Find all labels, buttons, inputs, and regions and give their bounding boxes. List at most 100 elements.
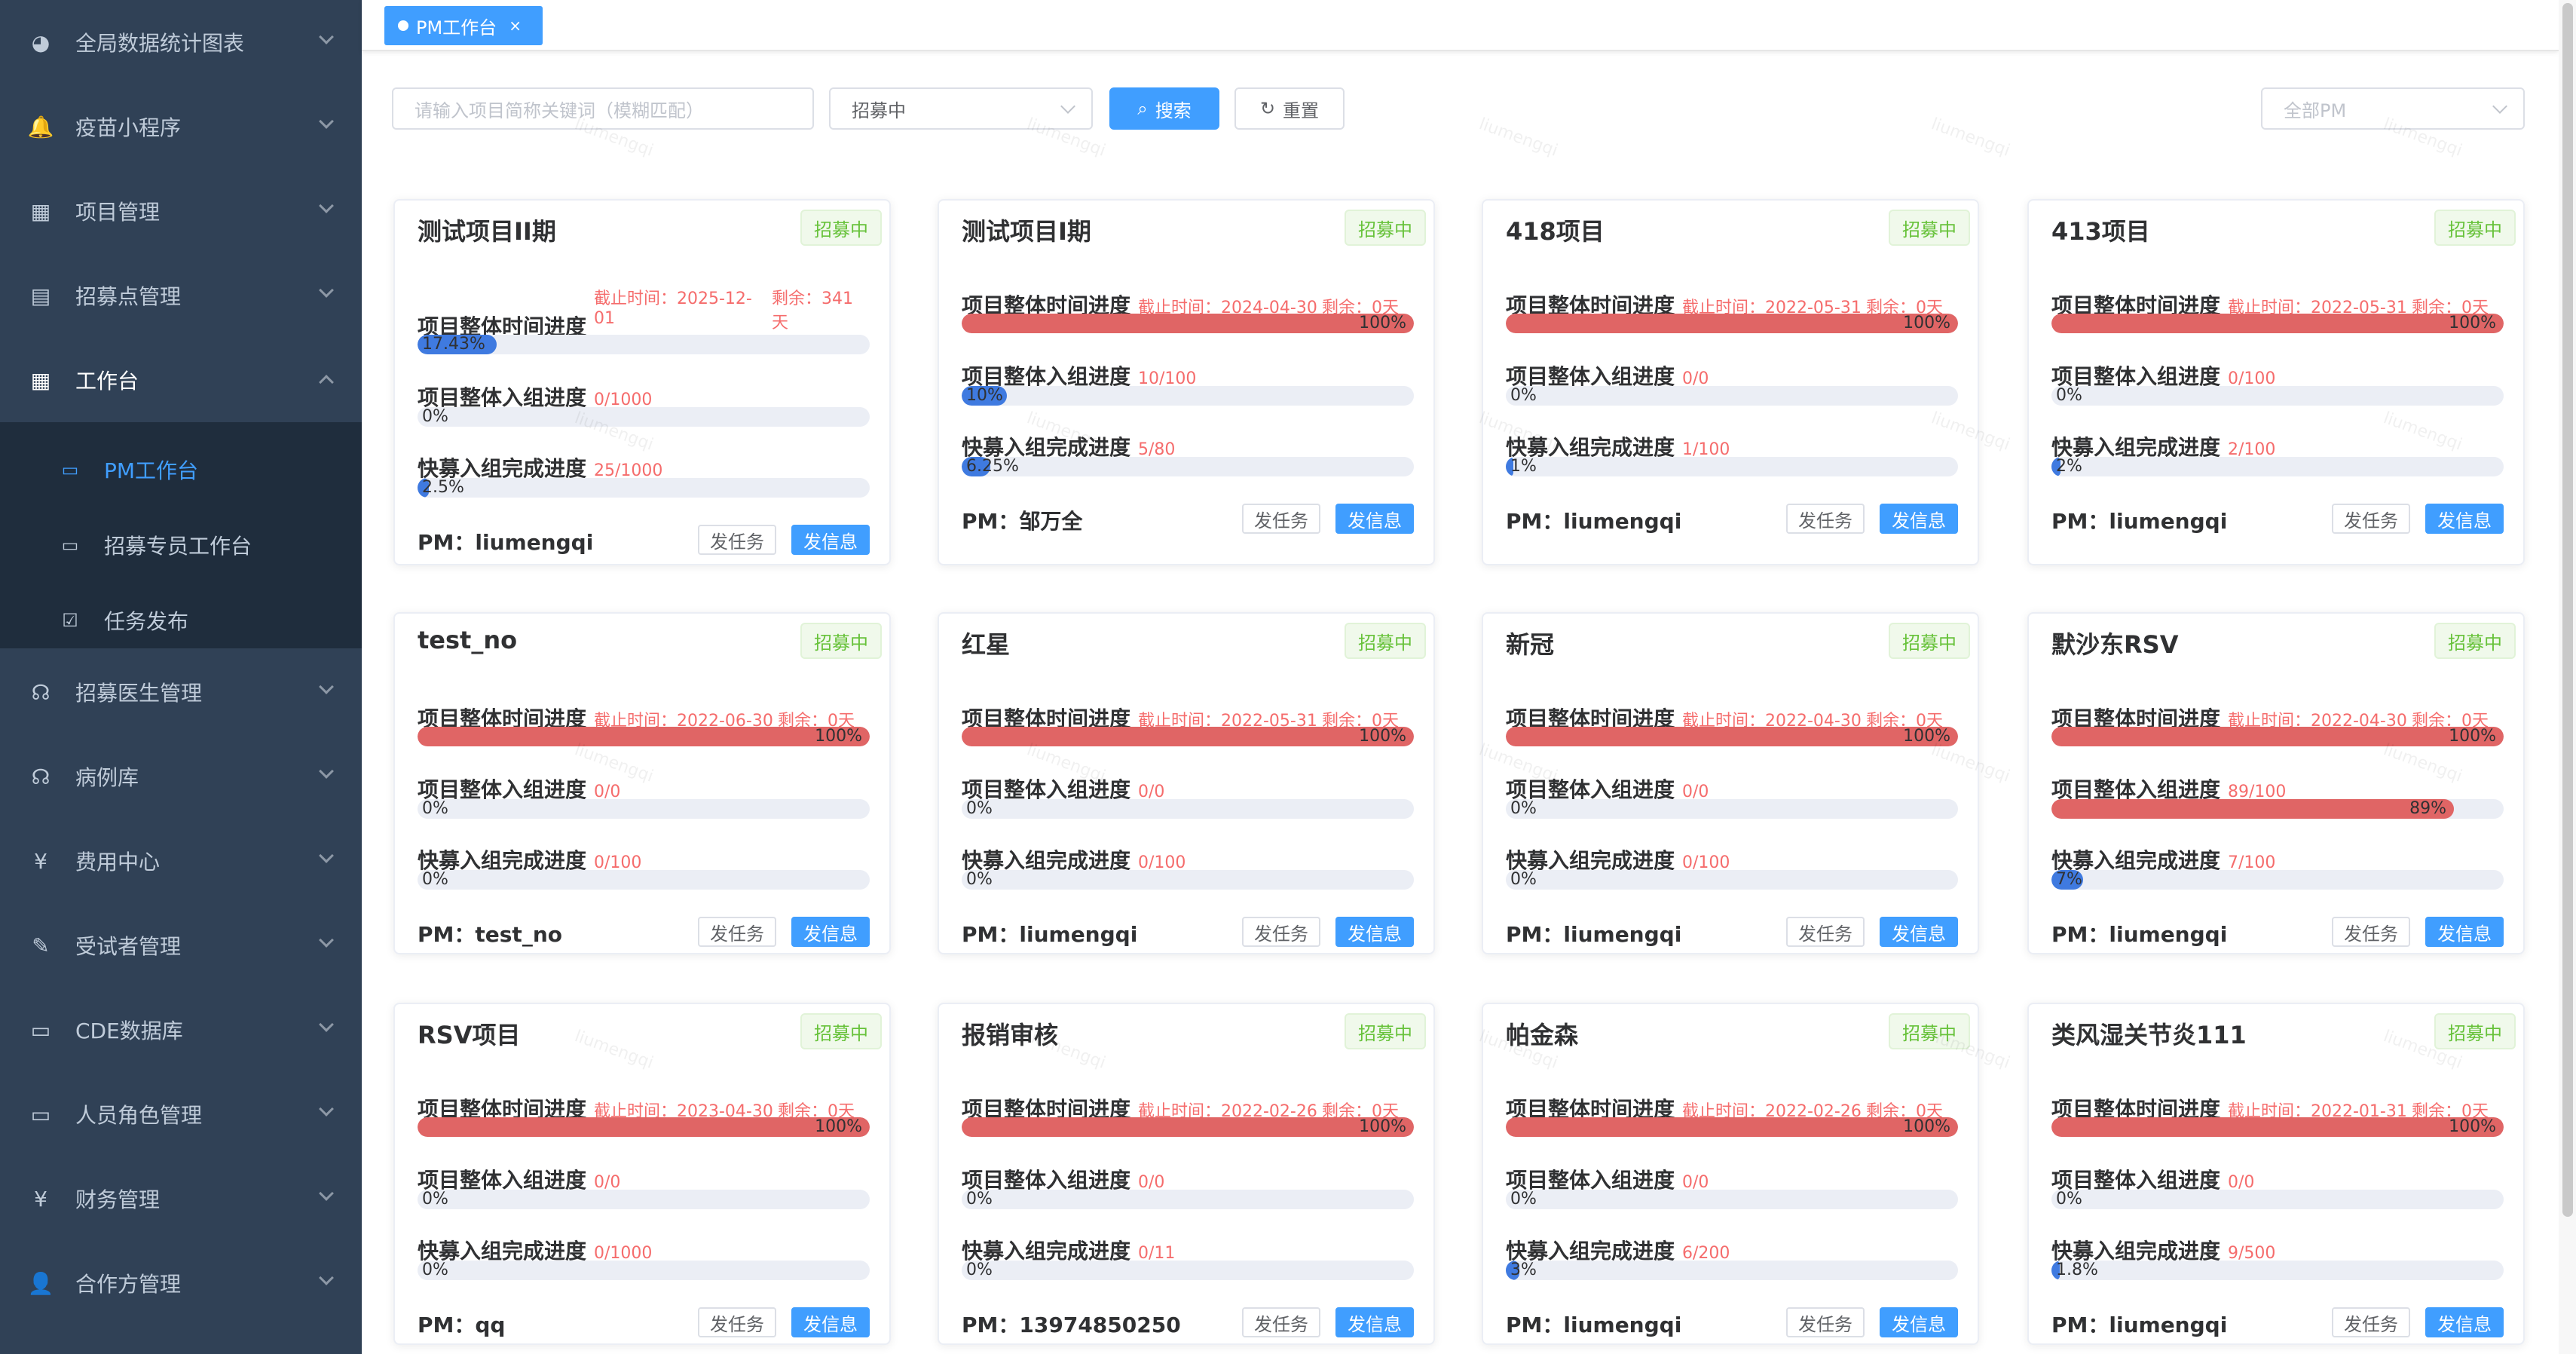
pm-prefix: PM： (1506, 922, 1564, 947)
send-task-button[interactable]: 发任务 (1242, 917, 1320, 947)
quick-progress-bar: 7% (2051, 870, 2504, 890)
project-card: 418项目 招募中 项目整体时间进度 截止时间：2022-05-31 剩余：0天 100%… (1482, 199, 1979, 565)
quick-progress-percent: 0% (422, 870, 448, 889)
sidebar-item-label: 人员角色管理 (75, 1103, 203, 1128)
send-task-button[interactable]: 发任务 (2332, 917, 2410, 947)
enroll-progress-bar: 0% (1506, 386, 1958, 406)
send-task-button[interactable]: 发任务 (2332, 1307, 2410, 1337)
sidebar-item-7[interactable]: ¥ 费用中心 (0, 819, 362, 903)
send-message-button[interactable]: 发信息 (1880, 1307, 1958, 1337)
submenu-item-1[interactable]: ▭ 招募专员工作台 (0, 508, 362, 582)
send-message-button[interactable]: 发信息 (1880, 504, 1958, 534)
time-progress-percent: 100% (2449, 314, 2496, 332)
sidebar-item-11[interactable]: ¥ 财务管理 (0, 1156, 362, 1241)
project-title: 418项目 (1506, 217, 1605, 246)
sidebar-item-label: 合作方管理 (75, 1272, 182, 1297)
enroll-progress-percent: 10% (966, 386, 1003, 405)
scrollbar-thumb[interactable] (2562, 3, 2573, 1217)
submenu-item-label: 招募专员工作台 (104, 534, 252, 559)
pm-name: PM：邹万全 (962, 505, 1082, 535)
close-icon[interactable]: × (509, 17, 522, 35)
send-task-button[interactable]: 发任务 (698, 917, 776, 947)
enroll-progress-percent: 0% (2056, 1190, 2082, 1208)
yen-icon: ¥ (34, 848, 47, 874)
send-message-button[interactable]: 发信息 (791, 525, 870, 555)
pm-prefix: PM： (2051, 1313, 2109, 1337)
send-message-button[interactable]: 发信息 (1335, 917, 1414, 947)
chevron-down-icon (319, 1017, 334, 1032)
send-message-button[interactable]: 发信息 (2425, 917, 2504, 947)
watermark: liumengqi (1476, 115, 1561, 161)
sidebar-item-6[interactable]: ☊ 病例库 (0, 734, 362, 819)
case-icon: ☊ (31, 764, 50, 789)
sidebar-item-9[interactable]: ▭ CDE数据库 (0, 988, 362, 1072)
search-button-label: 搜索 (1155, 100, 1192, 121)
pm-prefix: PM： (418, 1313, 476, 1337)
reset-button[interactable]: ↻ 重置 (1234, 87, 1345, 130)
submenu-item-2[interactable]: ☑ 任务发布 (0, 584, 362, 657)
status-badge: 招募中 (1345, 210, 1426, 246)
sidebar-item-label: 工作台 (75, 369, 139, 394)
send-task-button[interactable]: 发任务 (1242, 1307, 1320, 1337)
sidebar-item-12[interactable]: 👤 合作方管理 (0, 1241, 362, 1325)
send-task-button[interactable]: 发任务 (698, 1307, 776, 1337)
sidebar-item-5[interactable]: ☊ 招募医生管理 (0, 650, 362, 734)
sidebar-item-8[interactable]: ✎ 受试者管理 (0, 903, 362, 988)
sidebar-item-2[interactable]: ▦ 项目管理 (0, 169, 362, 253)
time-progress-bar-fill (962, 727, 1414, 746)
pm-value: liumengqi (1563, 922, 1682, 947)
send-message-button[interactable]: 发信息 (2425, 504, 2504, 534)
quick-progress-bar: 3% (1506, 1261, 1958, 1280)
keyword-placeholder: 请输入项目简称关键词（模糊匹配） (415, 100, 704, 121)
send-message-button[interactable]: 发信息 (1335, 504, 1414, 534)
project-title: 413项目 (2051, 217, 2150, 246)
send-message-button[interactable]: 发信息 (791, 917, 870, 947)
send-task-button[interactable]: 发任务 (698, 525, 776, 555)
send-task-button[interactable]: 发任务 (1786, 917, 1865, 947)
status-badge: 招募中 (2434, 210, 2516, 246)
project-title: 报销审核 (962, 1021, 1059, 1049)
tag-pm-workbench[interactable]: PM工作台 × (384, 6, 543, 45)
pm-name: PM：liumengqi (1506, 1309, 1681, 1339)
send-message-button[interactable]: 发信息 (2425, 1307, 2504, 1337)
quick-progress-percent: 0% (1510, 870, 1537, 889)
finance-icon: ¥ (34, 1186, 47, 1212)
status-badge: 招募中 (1345, 623, 1426, 659)
deadline-line1: 截止时间：2025-12- (594, 289, 752, 308)
send-message-button[interactable]: 发信息 (1335, 1307, 1414, 1337)
project-title: 默沙东RSV (2051, 630, 2179, 659)
send-task-button[interactable]: 发任务 (2332, 504, 2410, 534)
sidebar-item-0[interactable]: ◕ 全局数据统计图表 (0, 0, 362, 84)
time-progress-bar: 100% (2051, 314, 2504, 333)
status-select[interactable]: 招募中 (829, 87, 1093, 130)
send-task-button[interactable]: 发任务 (1786, 1307, 1865, 1337)
pm-select[interactable]: 全部PM (2261, 87, 2525, 130)
chevron-down-icon (319, 1186, 334, 1201)
keyword-search-input[interactable]: 请输入项目简称关键词（模糊匹配） (392, 87, 814, 130)
send-task-button[interactable]: 发任务 (1786, 504, 1865, 534)
pm-name: PM：qq (418, 1309, 505, 1339)
project-card: 报销审核 招募中 项目整体时间进度 截止时间：2022-02-26 剩余：0天 100% 项… (938, 1003, 1435, 1345)
sidebar-item-3[interactable]: ▤ 招募点管理 (0, 253, 362, 338)
status-badge: 招募中 (1889, 623, 1970, 659)
time-progress-percent: 100% (1903, 727, 1950, 746)
deadline-line2: 01 (594, 309, 615, 328)
pm-value: liumengqi (2109, 1313, 2228, 1337)
search-button[interactable]: ⌕ 搜索 (1109, 87, 1219, 130)
chevron-down-icon (319, 29, 334, 44)
sidebar-item-10[interactable]: ▭ 人员角色管理 (0, 1072, 362, 1156)
pm-value: liumengqi (2109, 922, 2228, 947)
send-message-button[interactable]: 发信息 (791, 1307, 870, 1337)
partner-icon: 👤 (27, 1270, 54, 1296)
sidebar-item-1[interactable]: 🔔 疫苗小程序 (0, 84, 362, 169)
sidebar-item-4[interactable]: ▦ 工作台 (0, 338, 362, 422)
send-message-button[interactable]: 发信息 (1880, 917, 1958, 947)
submenu-item-0[interactable]: ▭ PM工作台 (0, 433, 362, 507)
time-progress-bar: 100% (418, 1117, 870, 1137)
quick-progress-bar: 0% (962, 870, 1414, 890)
time-progress-bar: 100% (962, 727, 1414, 746)
enroll-progress-percent: 0% (1510, 799, 1537, 818)
send-task-button[interactable]: 发任务 (1242, 504, 1320, 534)
quick-progress-bar: 1% (1506, 457, 1958, 476)
chevron-down-icon (319, 283, 334, 298)
